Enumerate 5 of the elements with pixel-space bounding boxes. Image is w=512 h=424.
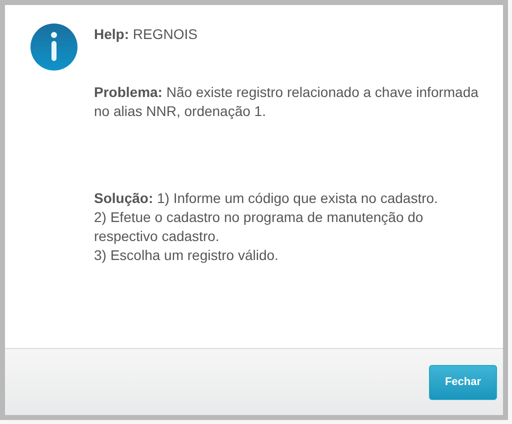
close-button[interactable]: Fechar <box>429 364 497 400</box>
problem-text: Problema: Não existe registro relacionado a chave informada no alias NNR, ordenação 1. <box>94 83 480 121</box>
solution-text: Solução: 1) Informe um código que exista no cadastro. 2) Efetue o cadastro no programa de manutenção do respectivo cadastro. 3) Escolha um registro válido. <box>94 189 439 265</box>
help-title: Help: REGNOIS <box>94 25 198 44</box>
info-icon <box>30 23 78 71</box>
